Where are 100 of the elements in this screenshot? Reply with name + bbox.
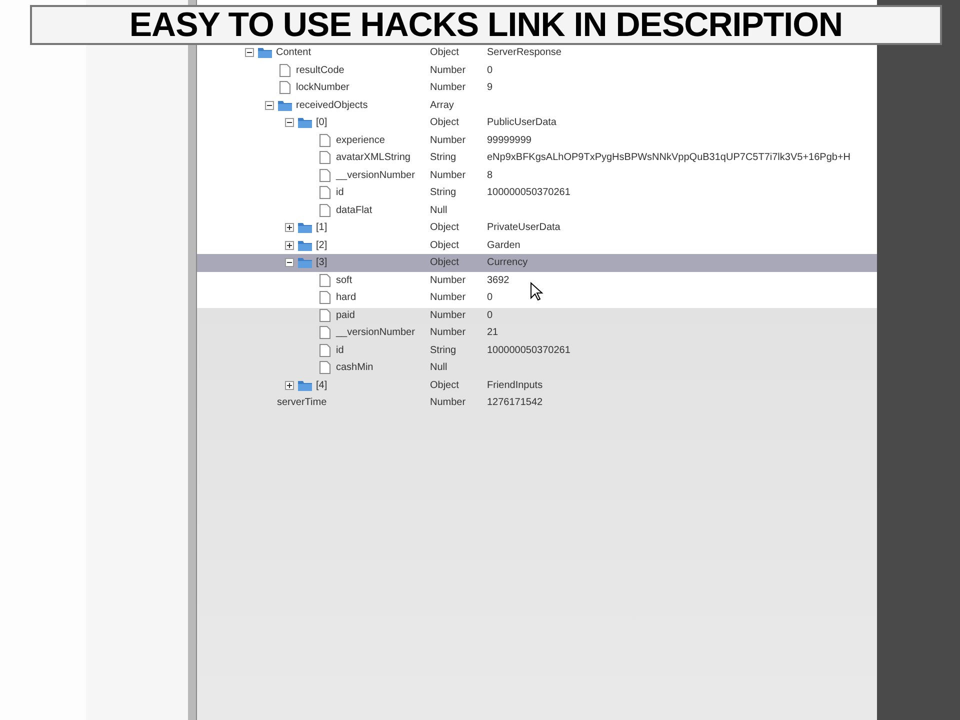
- node-type: Number: [430, 310, 467, 321]
- folder-icon: [277, 98, 293, 112]
- tree-row[interactable]: lockNumber Number 9: [197, 79, 877, 96]
- mouse-cursor-icon: [530, 282, 544, 302]
- node-value: Garden: [487, 240, 520, 251]
- tree-row[interactable]: avatarXMLString String eNp9xBFKgsALhOP9TxPygHsBPWsNNkVppQuB31qUP7C5T7i7lk3V5+16Pgb+H: [197, 149, 877, 166]
- folder-icon: [297, 256, 313, 270]
- node-type: Number: [430, 170, 467, 181]
- node-type: Number: [430, 274, 467, 286]
- tree-row[interactable]: [2] Object Garden: [197, 236, 877, 254]
- caption-banner: EASY TO USE HACKS LINK IN DESCRIPTION: [30, 5, 942, 45]
- node-name: soft: [336, 274, 352, 286]
- node-type: Object: [430, 240, 460, 251]
- node-type: Object: [430, 257, 460, 268]
- tree-row[interactable]: [4] Object FriendInputs: [197, 376, 877, 394]
- tree-row[interactable]: __versionNumber Number 21: [197, 324, 877, 342]
- node-name: serverTime: [277, 397, 327, 408]
- node-value: 0: [487, 64, 493, 76]
- tree-row[interactable]: Content Object ServerResponse: [197, 44, 877, 62]
- node-value: FriendInputs: [487, 380, 543, 391]
- document-icon: [317, 151, 333, 164]
- document-icon: [317, 344, 333, 357]
- document-icon: [317, 291, 333, 304]
- node-type: Object: [430, 117, 460, 128]
- node-value: 21: [487, 327, 498, 338]
- node-name: [2]: [316, 240, 328, 251]
- node-name: [3]: [316, 257, 328, 268]
- node-value: 8: [487, 170, 493, 181]
- node-type: String: [430, 344, 458, 356]
- node-type: String: [430, 152, 458, 164]
- node-name: cashMin: [336, 362, 374, 374]
- node-type: Null: [430, 204, 448, 216]
- node-name: resultCode: [296, 64, 344, 76]
- document-icon: [317, 308, 333, 322]
- document-icon: [277, 81, 293, 94]
- node-value: 0: [487, 310, 493, 321]
- node-type: Number: [430, 292, 467, 304]
- tree-row[interactable]: hard Number 0: [197, 289, 877, 306]
- document-icon: [317, 186, 333, 200]
- node-name: id: [336, 187, 344, 198]
- node-value: 3692: [487, 274, 510, 286]
- document-icon: [317, 204, 333, 217]
- node-type: Number: [430, 327, 467, 338]
- node-name: [0]: [316, 117, 328, 128]
- tree-row[interactable]: experience Number 99999999: [197, 132, 877, 149]
- document-icon: [317, 326, 333, 340]
- tree-row[interactable]: cashMin Null: [197, 359, 877, 376]
- tree-row[interactable]: paid Number 0: [197, 306, 877, 324]
- tree-row[interactable]: [1] Object PrivateUserData: [197, 219, 877, 236]
- node-value: 100000050370261: [487, 187, 570, 198]
- node-value: ServerResponse: [487, 47, 562, 58]
- node-name: id: [336, 344, 344, 356]
- node-name: lockNumber: [296, 82, 350, 94]
- node-name: [1]: [316, 222, 328, 234]
- node-type: Number: [430, 64, 467, 76]
- collapse-toggle-icon[interactable]: [285, 258, 294, 268]
- expand-toggle-icon[interactable]: [285, 223, 294, 232]
- node-type: Array: [430, 100, 455, 111]
- expand-toggle-icon[interactable]: [285, 380, 294, 390]
- node-name: hard: [336, 292, 356, 304]
- folder-icon: [297, 378, 313, 392]
- node-type: Number: [430, 82, 467, 94]
- node-value: eNp9xBFKgsALhOP9TxPygHsBPWsNNkVppQuB31qUP7C5T7i7lk3V5+16Pgb+H: [487, 152, 851, 164]
- folder-icon: [297, 116, 313, 130]
- node-name: [4]: [316, 380, 328, 391]
- tree-row[interactable]: dataFlat Null: [197, 202, 877, 219]
- document-icon: [317, 134, 333, 147]
- document-icon: [277, 64, 293, 77]
- collapse-toggle-icon[interactable]: [245, 48, 254, 58]
- tree-row[interactable]: id String 100000050370261: [197, 342, 877, 359]
- node-value: 100000050370261: [487, 344, 570, 356]
- node-name: receivedObjects: [296, 100, 368, 111]
- tree-row[interactable]: serverTime Number 1276171542: [197, 394, 877, 412]
- document-icon: [317, 274, 333, 287]
- folder-icon: [297, 221, 313, 234]
- tree-row[interactable]: [0] Object PublicUserData: [197, 114, 877, 132]
- tree-row[interactable]: resultCode Number 0: [197, 62, 877, 79]
- tree-row[interactable]: soft Number 3692: [197, 272, 877, 289]
- folder-icon: [297, 238, 313, 252]
- collapse-toggle-icon[interactable]: [265, 100, 274, 110]
- document-icon: [317, 361, 333, 374]
- folder-icon: [257, 46, 273, 60]
- node-value: PublicUserData: [487, 117, 556, 128]
- expand-toggle-icon[interactable]: [285, 240, 294, 250]
- tree-row[interactable]: id String 100000050370261: [197, 184, 877, 202]
- document-icon: [317, 168, 333, 182]
- node-name: paid: [336, 310, 355, 321]
- node-name: __versionNumber: [336, 327, 415, 338]
- tree-row[interactable]: __versionNumber Number 8: [197, 166, 877, 184]
- node-name: __versionNumber: [336, 170, 415, 181]
- node-name: dataFlat: [336, 204, 372, 216]
- node-value: Currency: [487, 257, 528, 268]
- tree-row[interactable]: [3] Object Currency: [197, 254, 877, 272]
- node-type: Number: [430, 397, 467, 408]
- node-value: PrivateUserData: [487, 222, 560, 234]
- tree-row[interactable]: receivedObjects Array: [197, 96, 877, 114]
- node-name: Content: [276, 47, 312, 58]
- node-value: 0: [487, 292, 493, 304]
- collapse-toggle-icon[interactable]: [285, 118, 294, 128]
- node-type: Number: [430, 134, 467, 146]
